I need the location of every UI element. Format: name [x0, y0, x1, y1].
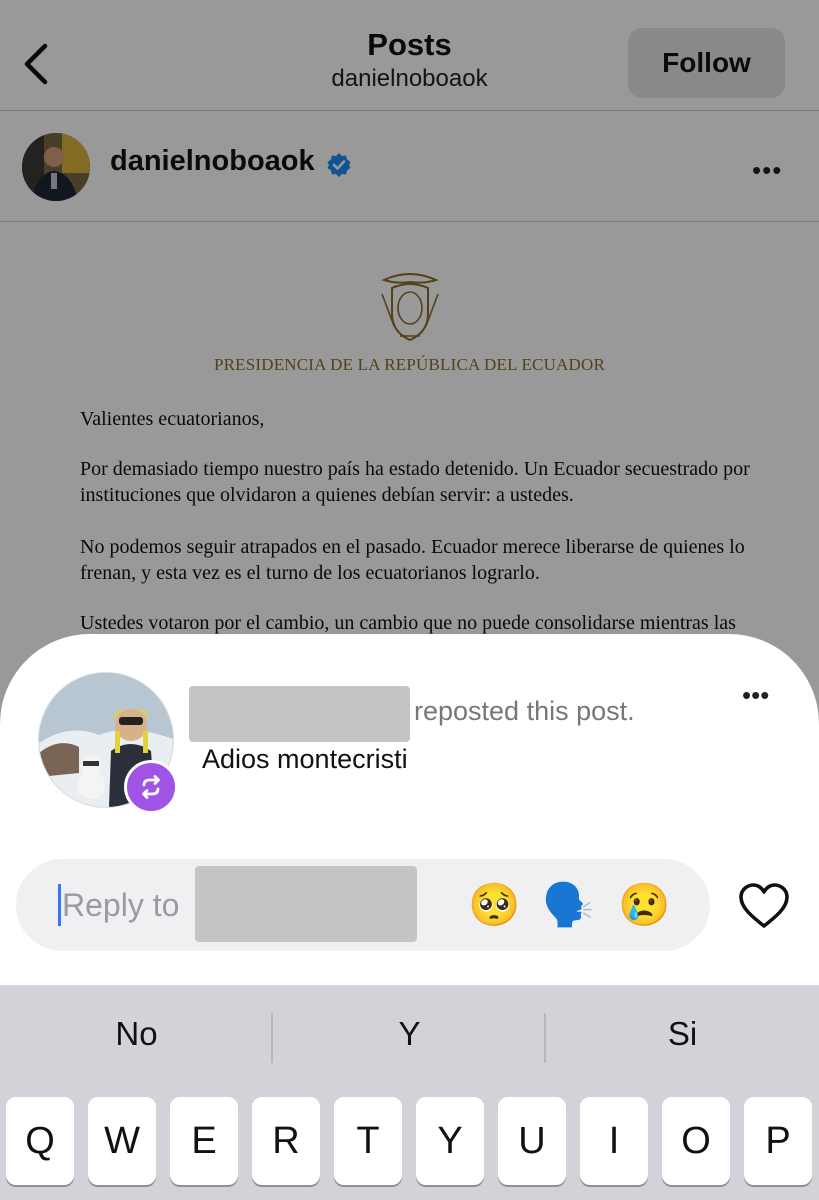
key-p[interactable]: P [744, 1097, 812, 1185]
speaking-head-emoji-button[interactable]: 🗣️ [542, 881, 594, 929]
key-q[interactable]: Q [6, 1097, 74, 1185]
suggestion-y[interactable]: Y [273, 1015, 546, 1053]
suggestion-si[interactable]: Si [546, 1015, 819, 1053]
repost-more-button[interactable]: ••• [742, 680, 769, 711]
reply-placeholder: Reply to [62, 887, 180, 923]
redacted-username [189, 686, 410, 742]
key-y[interactable]: Y [416, 1097, 484, 1185]
heart-icon[interactable] [738, 882, 790, 930]
redacted-reply-target [195, 866, 417, 942]
key-r[interactable]: R [252, 1097, 320, 1185]
key-t[interactable]: T [334, 1097, 402, 1185]
key-o[interactable]: O [662, 1097, 730, 1185]
repost-badge [124, 760, 178, 814]
crying-face-emoji-button[interactable]: 😢 [618, 881, 670, 929]
repost-caption: Adios montecristi [202, 744, 408, 774]
key-w[interactable]: W [88, 1097, 156, 1185]
pleading-face-emoji-button[interactable]: 🥺 [468, 881, 520, 929]
text-cursor [58, 884, 61, 926]
repost-icon [142, 775, 160, 799]
key-i[interactable]: I [580, 1097, 648, 1185]
reply-input[interactable]: Reply to 🥺 🗣️ 😢 [16, 859, 710, 951]
key-u[interactable]: U [498, 1097, 566, 1185]
keyboard: No Y Si Q W E R T Y U I O P [0, 985, 819, 1200]
suggestion-no[interactable]: No [0, 1015, 273, 1053]
reposted-label: reposted this post. [414, 696, 635, 726]
key-e[interactable]: E [170, 1097, 238, 1185]
